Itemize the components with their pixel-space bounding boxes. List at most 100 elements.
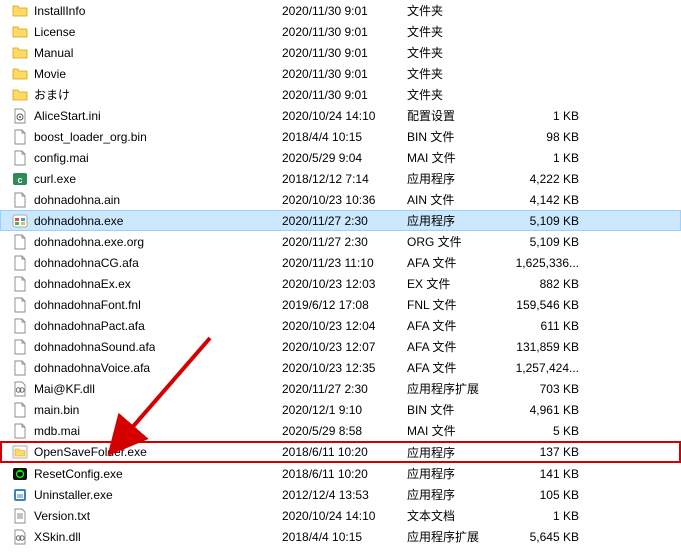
file-name: OpenSaveFolder.exe [34, 445, 147, 459]
file-type: FNL 文件 [407, 296, 512, 313]
file-list: InstallInfo2020/11/30 9:01文件夹License2020… [0, 0, 681, 547]
file-row[interactable]: AliceStart.ini2020/10/24 14:10配置设置1 KB [0, 105, 681, 126]
file-name: おまけ [34, 86, 70, 103]
file-name: XSkin.dll [34, 530, 81, 544]
file-date: 2020/11/30 9:01 [282, 88, 407, 102]
file-row[interactable]: dohnadohnaPact.afa2020/10/23 12:04AFA 文件… [0, 315, 681, 336]
file-type: MAI 文件 [407, 422, 512, 439]
ini-icon [12, 108, 28, 124]
file-type: 文件夹 [407, 23, 512, 40]
file-name: main.bin [34, 403, 79, 417]
file-row[interactable]: dohnadohna.exe.org2020/11/27 2:30ORG 文件5… [0, 231, 681, 252]
file-size: 882 KB [512, 277, 587, 291]
file-type: 文件夹 [407, 2, 512, 19]
file-row[interactable]: InstallInfo2020/11/30 9:01文件夹 [0, 0, 681, 21]
file-date: 2020/11/27 2:30 [282, 214, 407, 228]
file-name: dohnadohnaCG.afa [34, 256, 139, 270]
file-type: BIN 文件 [407, 128, 512, 145]
file-type: 文本文档 [407, 507, 512, 524]
file-size: 611 KB [512, 319, 587, 333]
file-size: 1 KB [512, 109, 587, 123]
file-size: 5,109 KB [512, 214, 587, 228]
file-name: mdb.mai [34, 424, 80, 438]
file-size: 5,645 KB [512, 530, 587, 544]
file-row[interactable]: dohnadohna.ain2020/10/23 10:36AIN 文件4,14… [0, 189, 681, 210]
file-date: 2020/11/27 2:30 [282, 382, 407, 396]
file-size: 1,257,424... [512, 361, 587, 375]
file-name: Uninstaller.exe [34, 488, 113, 502]
file-icon [12, 360, 28, 376]
file-size: 137 KB [512, 445, 587, 459]
file-name: boost_loader_org.bin [34, 130, 147, 144]
file-date: 2020/12/1 9:10 [282, 403, 407, 417]
file-type: 应用程序 [407, 170, 512, 187]
file-type: AFA 文件 [407, 359, 512, 376]
file-row[interactable]: mdb.mai 2020/5/29 8:58MAI 文件5 KB [0, 420, 681, 441]
file-row[interactable]: dohnadohnaVoice.afa 2020/10/23 12:35AFA 文… [0, 357, 681, 378]
file-row[interactable]: License2020/11/30 9:01文件夹 [0, 21, 681, 42]
file-name: Mai@KF.dll [34, 382, 95, 396]
file-type: 文件夹 [407, 65, 512, 82]
file-date: 2020/5/29 9:04 [282, 151, 407, 165]
file-type: AFA 文件 [407, 317, 512, 334]
folder-icon [12, 66, 28, 82]
file-row[interactable]: Version.txt2020/10/24 14:10文本文档1 KB [0, 505, 681, 526]
dll-icon [12, 381, 28, 397]
file-row[interactable]: ccurl.exe2018/12/12 7:14应用程序4,222 KB [0, 168, 681, 189]
file-row[interactable]: XSkin.dll2018/4/4 10:15应用程序扩展5,645 KB [0, 526, 681, 547]
file-date: 2020/10/24 14:10 [282, 509, 407, 523]
file-name: dohnadohnaPact.afa [34, 319, 145, 333]
file-row[interactable]: dohnadohna.exe2020/11/27 2:30应用程序5,109 K… [0, 210, 681, 231]
file-name: dohnadohna.ain [34, 193, 120, 207]
txt-icon [12, 508, 28, 524]
file-icon [12, 276, 28, 292]
file-icon [12, 129, 28, 145]
file-date: 2020/11/30 9:01 [282, 46, 407, 60]
file-date: 2020/10/24 14:10 [282, 109, 407, 123]
file-type: AFA 文件 [407, 338, 512, 355]
file-date: 2020/10/23 12:07 [282, 340, 407, 354]
file-size: 98 KB [512, 130, 587, 144]
file-row[interactable]: Uninstaller.exe2012/12/4 13:53应用程序105 KB [0, 484, 681, 505]
file-name: dohnadohnaEx.ex [34, 277, 131, 291]
exe-uninstall-icon [12, 487, 28, 503]
file-row[interactable]: ResetConfig.exe2018/6/11 10:20应用程序141 KB [0, 463, 681, 484]
file-size: 4,961 KB [512, 403, 587, 417]
file-icon [12, 150, 28, 166]
file-row[interactable]: boost_loader_org.bin2018/4/4 10:15BIN 文件… [0, 126, 681, 147]
file-row[interactable]: dohnadohnaEx.ex2020/10/23 12:03EX 文件882 … [0, 273, 681, 294]
file-row[interactable]: dohnadohnaFont.fnl2019/6/12 17:08FNL 文件1… [0, 294, 681, 315]
file-row[interactable]: dohnadohnaSound.afa2020/10/23 12:07AFA 文… [0, 336, 681, 357]
file-icon [12, 318, 28, 334]
file-icon [12, 297, 28, 313]
file-name: dohnadohnaVoice.afa [34, 361, 150, 375]
file-type: EX 文件 [407, 275, 512, 292]
file-row[interactable]: おまけ2020/11/30 9:01文件夹 [0, 84, 681, 105]
file-row[interactable]: main.bin2020/12/1 9:10BIN 文件4,961 KB [0, 399, 681, 420]
file-name: dohnadohna.exe [34, 214, 123, 228]
file-date: 2020/11/30 9:01 [282, 4, 407, 18]
file-date: 2020/11/30 9:01 [282, 25, 407, 39]
file-name: dohnadohna.exe.org [34, 235, 144, 249]
file-date: 2018/4/4 10:15 [282, 530, 407, 544]
file-size: 131,859 KB [512, 340, 587, 354]
file-type: 应用程序 [407, 465, 512, 482]
file-row[interactable]: Mai@KF.dll2020/11/27 2:30应用程序扩展703 KB [0, 378, 681, 399]
file-size: 703 KB [512, 382, 587, 396]
dll-icon [12, 529, 28, 545]
file-row[interactable]: Manual2020/11/30 9:01文件夹 [0, 42, 681, 63]
file-size: 1,625,336... [512, 256, 587, 270]
file-size: 105 KB [512, 488, 587, 502]
file-row[interactable]: config.mai2020/5/29 9:04MAI 文件1 KB [0, 147, 681, 168]
file-date: 2020/5/29 8:58 [282, 424, 407, 438]
exe-game-icon [12, 213, 28, 229]
file-row[interactable]: dohnadohnaCG.afa2020/11/23 11:10AFA 文件1,… [0, 252, 681, 273]
file-type: 应用程序 [407, 444, 512, 461]
file-name: dohnadohnaFont.fnl [34, 298, 141, 312]
file-size: 5 KB [512, 424, 587, 438]
file-row[interactable]: OpenSaveFolder.exe2018/6/11 10:20应用程序137… [0, 441, 681, 463]
file-row[interactable]: Movie2020/11/30 9:01文件夹 [0, 63, 681, 84]
file-size: 1 KB [512, 509, 587, 523]
file-date: 2020/10/23 12:35 [282, 361, 407, 375]
file-type: MAI 文件 [407, 149, 512, 166]
